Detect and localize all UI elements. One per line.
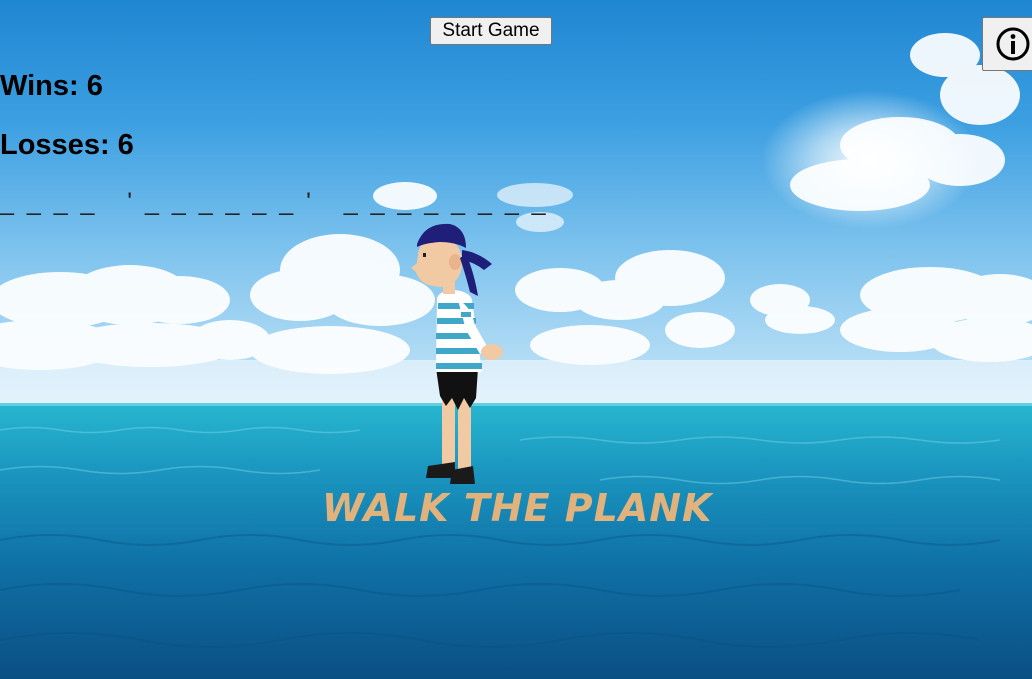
game-scene: Wins: 6 Losses: 6 _ _ _ _ ' _ _ _ _ _ _ … xyxy=(0,0,1032,679)
game-title: WALK THE PLANK xyxy=(322,486,713,530)
info-button[interactable] xyxy=(982,17,1032,71)
wins-counter: Wins: 6 xyxy=(0,70,103,102)
pirate-character xyxy=(411,223,503,484)
start-game-button[interactable]: Start Game xyxy=(430,17,552,45)
losses-counter: Losses: 6 xyxy=(0,129,134,161)
hidden-word-display: _ _ _ _ ' _ _ _ _ _ _ ' _ _ _ _ _ _ _ _ xyxy=(0,188,549,216)
info-circle-icon xyxy=(996,27,1030,61)
